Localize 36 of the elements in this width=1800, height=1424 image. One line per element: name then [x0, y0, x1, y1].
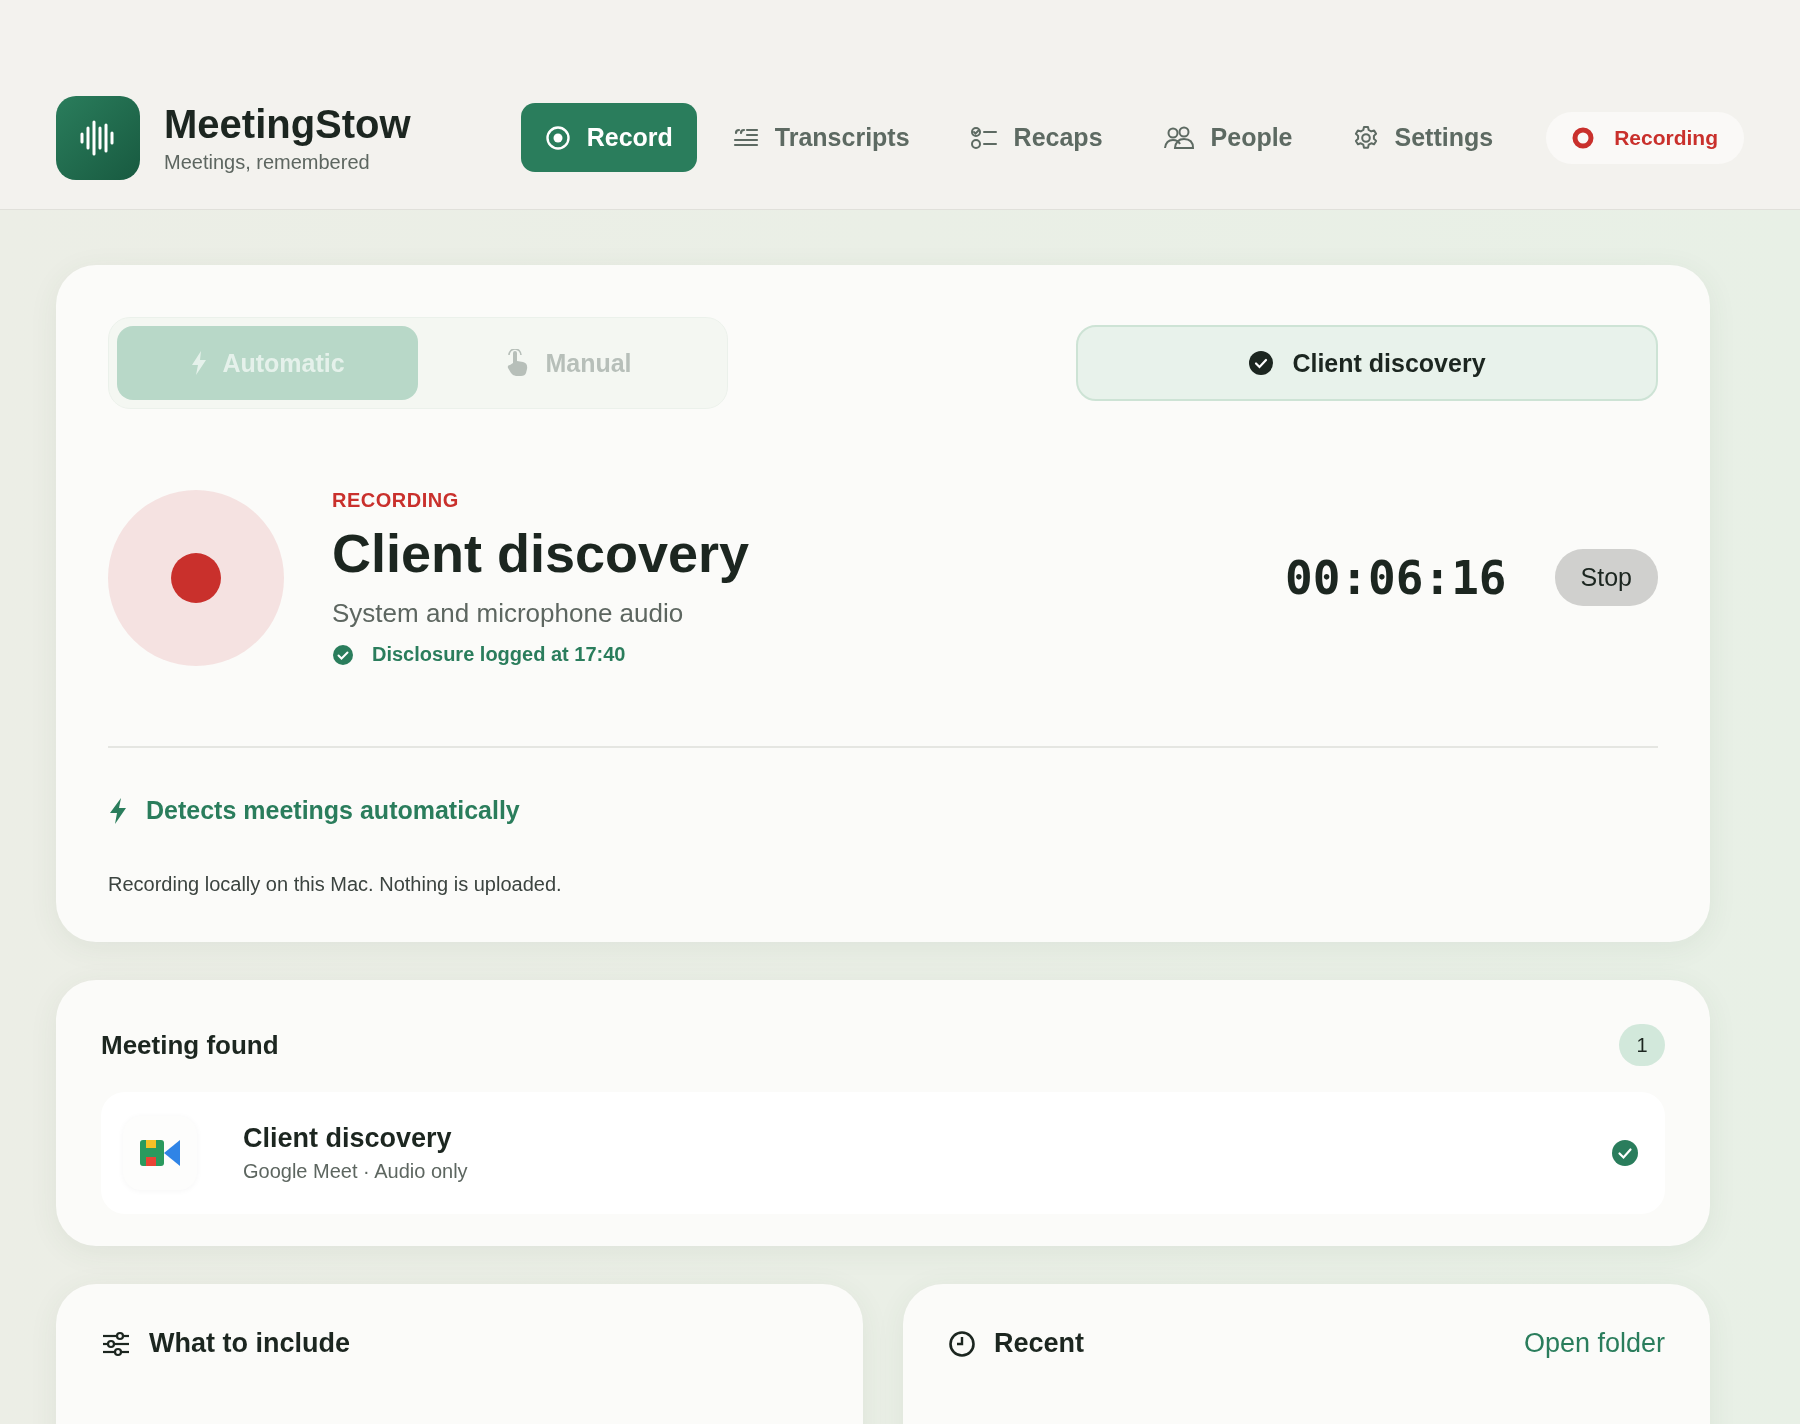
section-title: Meeting found	[101, 1029, 279, 1061]
open-folder-link[interactable]: Open folder	[1523, 1328, 1665, 1359]
checklist-icon	[969, 124, 998, 151]
nav-tab[interactable]: Settings	[1328, 103, 1518, 172]
auto-detect-note: Detects meetings automatically	[146, 796, 520, 825]
panel-title: Recent	[994, 1328, 1085, 1359]
panel-title: What to include	[149, 1328, 350, 1359]
lightning-icon	[190, 350, 209, 376]
app-name: MeetingStow	[164, 101, 411, 147]
record-icon	[544, 124, 571, 151]
meeting-row[interactable]: Client discovery Google Meet · Audio only	[101, 1092, 1665, 1214]
meeting-chip[interactable]: Client discovery	[1076, 325, 1658, 401]
waveform-logo-icon	[56, 95, 140, 180]
stop-button[interactable]: Stop	[1554, 549, 1658, 606]
elapsed-timer: 00:06:16	[1285, 550, 1507, 605]
settings-icon	[1352, 124, 1379, 151]
recording-status-badge: Recording	[1546, 111, 1744, 164]
meeting-name: Client discovery	[243, 1123, 453, 1154]
people-icon	[1162, 124, 1195, 151]
audio-source: System and microphone audio	[332, 598, 685, 629]
count-badge: 1	[1619, 1024, 1665, 1066]
nav-tab[interactable]: People	[1138, 103, 1317, 172]
chip-label: Client discovery	[1292, 348, 1486, 378]
status-label: RECORDING	[332, 489, 460, 512]
nav-tab[interactable]: Recaps	[945, 103, 1127, 172]
lightning-icon	[108, 796, 128, 825]
clock-icon	[948, 1329, 976, 1358]
disclosure-note: Disclosure logged at 17:40	[372, 643, 626, 666]
record-dot-icon	[1572, 126, 1595, 149]
meeting-details: Google Meet · Audio only	[243, 1160, 469, 1183]
nav-tab[interactable]: Transcripts	[708, 103, 934, 172]
privacy-note: Recording locally on this Mac. Nothing is uploaded.	[108, 873, 563, 896]
app-tagline: Meetings, remembered	[164, 150, 371, 174]
meeting-title: Client discovery	[332, 522, 751, 584]
nav-tab[interactable]: Record	[520, 103, 697, 172]
sliders-icon	[101, 1330, 131, 1357]
